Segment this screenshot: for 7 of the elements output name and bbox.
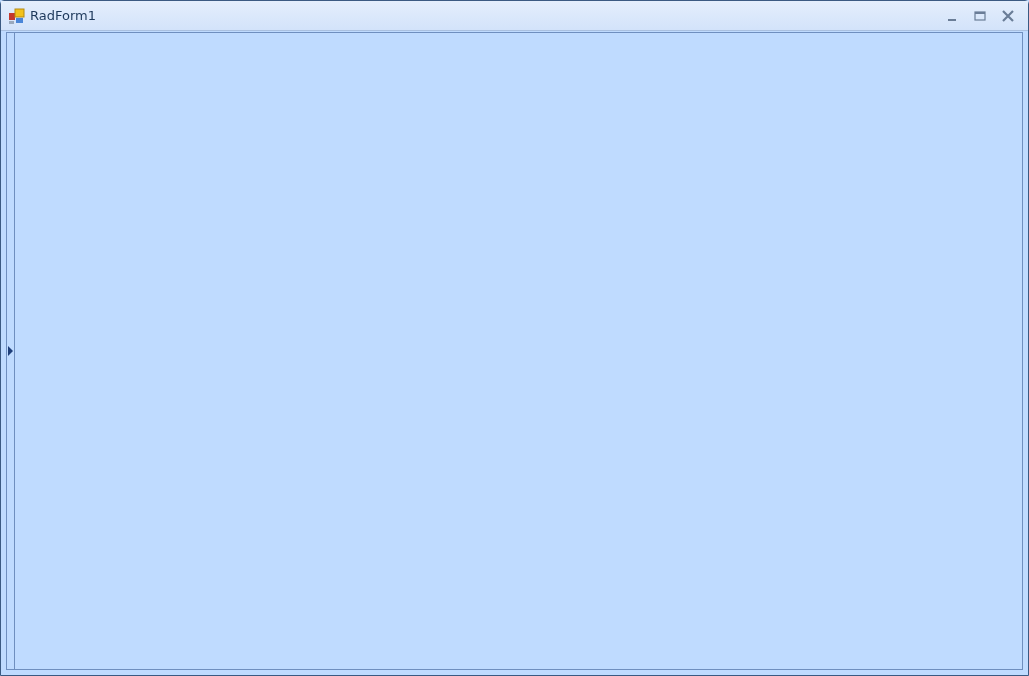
window-title: RadForm1: [30, 6, 96, 25]
minimize-icon: [948, 18, 956, 21]
app-icon: [9, 7, 25, 24]
expand-button[interactable]: [7, 345, 14, 357]
triangle-icon: [8, 346, 13, 356]
close-icon: [1002, 9, 1014, 22]
maximize-icon: [974, 10, 986, 21]
